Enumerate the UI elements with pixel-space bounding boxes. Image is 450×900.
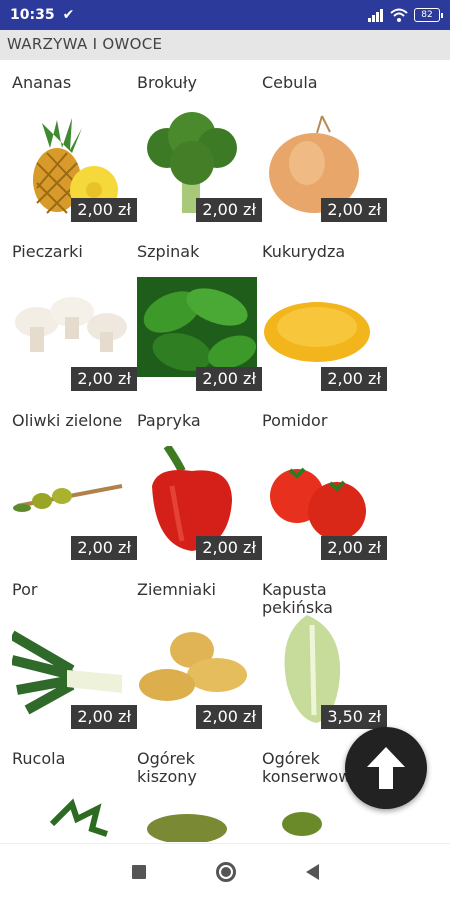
product-name: Rucola	[12, 749, 66, 768]
product-name: Ananas	[12, 73, 72, 92]
status-time: 10:35	[10, 7, 55, 23]
product-item-pomidor[interactable]: Pomidor 2,00 zł	[262, 400, 387, 569]
product-name: Cebula	[262, 73, 318, 92]
product-name: Pieczarki	[12, 242, 83, 261]
pickled-cucumber-icon	[147, 814, 227, 842]
product-name: Kapusta pekińska	[262, 580, 333, 617]
product-item-papryka[interactable]: Papryka 2,00 zł	[137, 400, 262, 569]
product-name: Pomidor	[262, 411, 328, 430]
price-tag: 2,00 zł	[196, 536, 262, 560]
price-tag: 2,00 zł	[71, 367, 137, 391]
signal-icon	[368, 9, 383, 22]
product-item-ananas[interactable]: Ananas 2,00 zł	[12, 62, 137, 231]
page-title: WARZYWA I OWOCE	[0, 30, 450, 60]
system-nav-bar	[0, 843, 450, 900]
download-done-icon: ✔	[62, 7, 75, 23]
product-item-brokuly[interactable]: Brokuły 2,00 zł	[137, 62, 262, 231]
rucola-icon	[49, 798, 108, 837]
product-item-por[interactable]: Por 2,00 zł	[12, 569, 137, 738]
price-tag: 2,00 zł	[71, 536, 137, 560]
price-tag: 2,00 zł	[196, 705, 262, 729]
wifi-icon	[390, 8, 408, 22]
back-button[interactable]	[305, 864, 319, 880]
product-item-oliwki-zielone[interactable]: Oliwki zielone 2,00 zł	[12, 400, 137, 569]
product-item-pieczarki[interactable]: Pieczarki 2,00 zł	[12, 231, 137, 400]
price-tag: 2,00 zł	[321, 536, 387, 560]
price-tag: 2,00 zł	[196, 198, 262, 222]
status-bar: 10:35 ✔ 82	[0, 0, 450, 30]
product-item-szpinak[interactable]: Szpinak 2,00 zł	[137, 231, 262, 400]
product-grid: Ananas 2,00 zł Brokuły 2,00 zł Cebula 2,…	[0, 62, 450, 842]
battery-icon: 82	[414, 8, 443, 22]
price-tag: 2,00 zł	[71, 705, 137, 729]
product-name: Por	[12, 580, 38, 599]
product-item-kapusta-pekinska[interactable]: Kapusta pekińska 3,50 zł	[262, 569, 387, 738]
product-name: Papryka	[137, 411, 201, 430]
product-item-ziemniaki[interactable]: Ziemniaki 2,00 zł	[137, 569, 262, 738]
home-button[interactable]	[215, 862, 236, 882]
product-name: Oliwki zielone	[12, 411, 123, 430]
scroll-to-top-button[interactable]	[345, 727, 427, 809]
product-item-rucola[interactable]: Rucola	[12, 738, 137, 842]
price-tag: 2,00 zł	[321, 367, 387, 391]
product-item-cebula[interactable]: Cebula 2,00 zł	[262, 62, 387, 231]
price-tag: 3,50 zł	[321, 705, 387, 729]
battery-level: 82	[421, 10, 433, 20]
product-item-kukurydza[interactable]: Kukurydza 2,00 zł	[262, 231, 387, 400]
recent-apps-button[interactable]	[131, 865, 146, 879]
product-name: Ziemniaki	[137, 580, 216, 599]
product-name: Szpinak	[137, 242, 200, 261]
price-tag: 2,00 zł	[196, 367, 262, 391]
price-tag: 2,00 zł	[71, 198, 137, 222]
product-name: Kukurydza	[262, 242, 346, 261]
price-tag: 2,00 zł	[321, 198, 387, 222]
arrow-up-icon	[367, 747, 405, 789]
product-name: Ogórek kiszony	[137, 749, 197, 786]
product-name: Brokuły	[137, 73, 197, 92]
product-item-ogorek-kiszony[interactable]: Ogórek kiszony	[137, 738, 262, 842]
